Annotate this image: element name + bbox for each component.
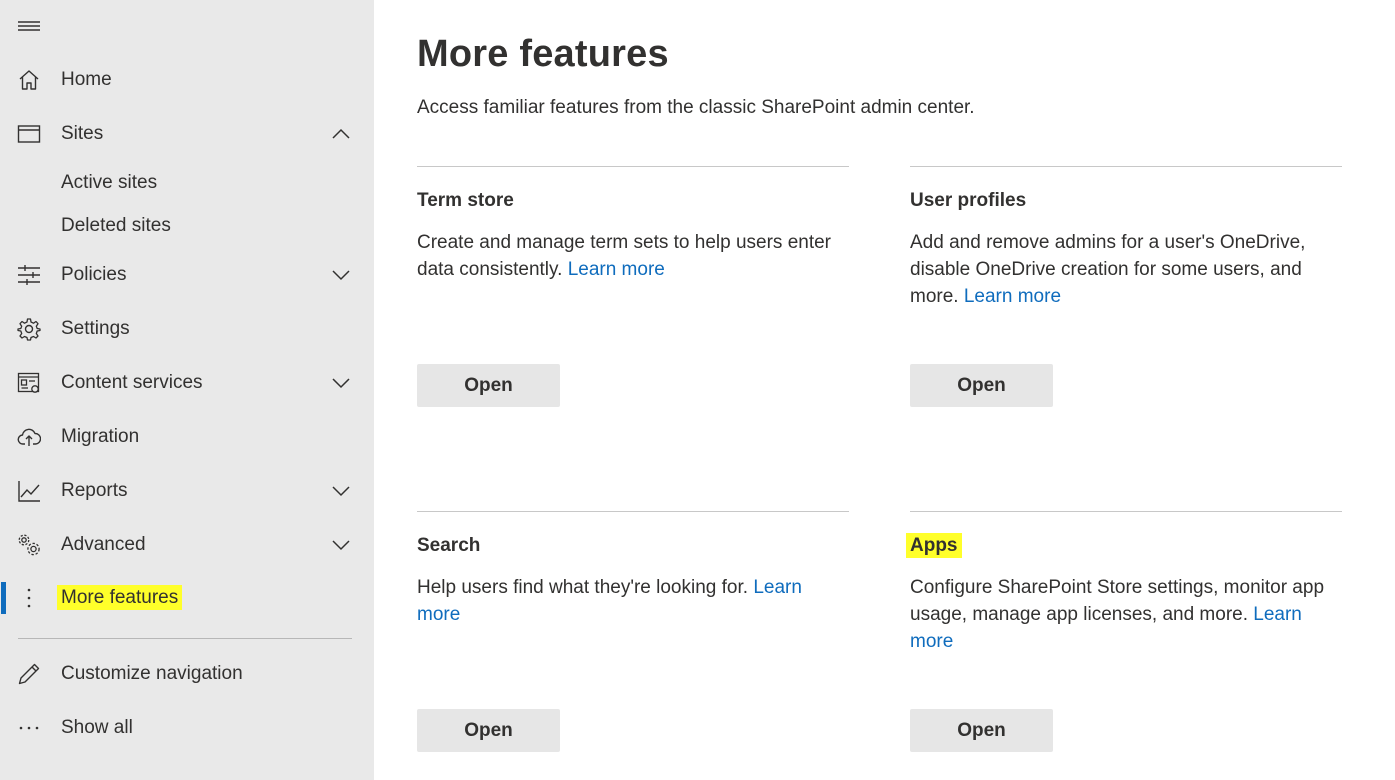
- nav-item-label-wrap: More features: [57, 585, 183, 610]
- open-button[interactable]: Open: [417, 709, 560, 752]
- card-description: Create and manage term sets to help user…: [417, 229, 837, 283]
- chevron-up-icon[interactable]: [330, 123, 352, 145]
- nav-item-label: Sites: [61, 123, 104, 144]
- hamburger-menu-icon[interactable]: [17, 16, 41, 36]
- nav-item-label: Customize navigation: [61, 663, 243, 684]
- cloud-upload-icon: [16, 424, 42, 450]
- chevron-down-icon[interactable]: [330, 372, 352, 394]
- card-term-store: Term store Create and manage term sets t…: [417, 166, 849, 446]
- home-icon: [16, 67, 42, 93]
- card-title: Term store: [417, 190, 514, 211]
- nav-item-label: Content services: [61, 372, 203, 393]
- card-apps: Apps Configure SharePoint Store settings…: [906, 511, 1342, 780]
- nav-item-label: Reports: [61, 480, 128, 501]
- nav-item-more-features[interactable]: More features: [0, 578, 374, 618]
- chevron-down-icon[interactable]: [330, 480, 352, 502]
- nav-item-label: Show all: [61, 717, 133, 738]
- nav-item-deleted-sites[interactable]: Deleted sites: [0, 206, 374, 246]
- nav-item-sites[interactable]: Sites: [0, 114, 374, 154]
- nav-item-active-sites[interactable]: Active sites: [0, 163, 374, 203]
- nav-item-label: Deleted sites: [61, 215, 171, 236]
- nav-item-customize-navigation[interactable]: Customize navigation: [0, 654, 374, 694]
- nav-item-policies[interactable]: Policies: [0, 255, 374, 295]
- card-title: User profiles: [910, 190, 1027, 211]
- card-text: Help users find what they're looking for…: [417, 577, 749, 598]
- nav-item-label: Home: [61, 69, 112, 90]
- learn-more-link[interactable]: Learn more: [568, 259, 665, 280]
- nav-item-label: Advanced: [61, 534, 146, 555]
- nav-item-show-all[interactable]: Show all: [0, 708, 374, 748]
- card-title: Search: [417, 535, 481, 556]
- gear-icon: [16, 316, 42, 342]
- left-navigation: Home Sites Active sites Deleted sites Po…: [0, 0, 374, 780]
- nav-item-label: Policies: [61, 264, 127, 285]
- nav-item-content-services[interactable]: Content services: [0, 363, 374, 403]
- browser-window-icon: [16, 121, 42, 147]
- card-description: Help users find what they're looking for…: [417, 574, 812, 628]
- open-button[interactable]: Open: [910, 364, 1053, 407]
- line-chart-icon: [16, 478, 42, 504]
- card-search: Search Help users find what they're look…: [417, 511, 849, 780]
- chevron-down-icon[interactable]: [330, 534, 352, 556]
- nav-item-advanced[interactable]: Advanced: [0, 525, 374, 565]
- learn-more-link[interactable]: Learn more: [964, 286, 1061, 307]
- open-button[interactable]: Open: [417, 364, 560, 407]
- content-services-icon: [16, 370, 42, 396]
- card-title-wrap: Apps: [906, 533, 962, 558]
- page-title: More features: [417, 33, 669, 75]
- nav-item-settings[interactable]: Settings: [0, 309, 374, 349]
- nav-item-label: Active sites: [61, 172, 158, 193]
- nav-item-label: More features: [57, 585, 183, 610]
- chevron-down-icon[interactable]: [330, 264, 352, 286]
- gears-icon: [16, 532, 42, 558]
- nav-item-migration[interactable]: Migration: [0, 417, 374, 457]
- card-description: Add and remove admins for a user's OneDr…: [910, 229, 1310, 310]
- card-description: Configure SharePoint Store settings, mon…: [910, 574, 1342, 655]
- card-title: Apps: [906, 533, 962, 558]
- page-description: Access familiar features from the classi…: [417, 97, 975, 118]
- nav-item-label: Settings: [61, 318, 130, 339]
- nav-item-reports[interactable]: Reports: [0, 471, 374, 511]
- sliders-icon: [16, 262, 42, 288]
- nav-divider: [18, 638, 352, 639]
- main-content: More features Access familiar features f…: [374, 0, 1395, 780]
- pencil-icon: [16, 661, 42, 687]
- nav-item-label: Migration: [61, 426, 140, 447]
- more-vertical-icon: [16, 585, 42, 611]
- open-button[interactable]: Open: [910, 709, 1053, 752]
- card-user-profiles: User profiles Add and remove admins for …: [910, 166, 1342, 446]
- nav-item-home[interactable]: Home: [0, 60, 374, 100]
- more-horizontal-icon: [16, 715, 42, 741]
